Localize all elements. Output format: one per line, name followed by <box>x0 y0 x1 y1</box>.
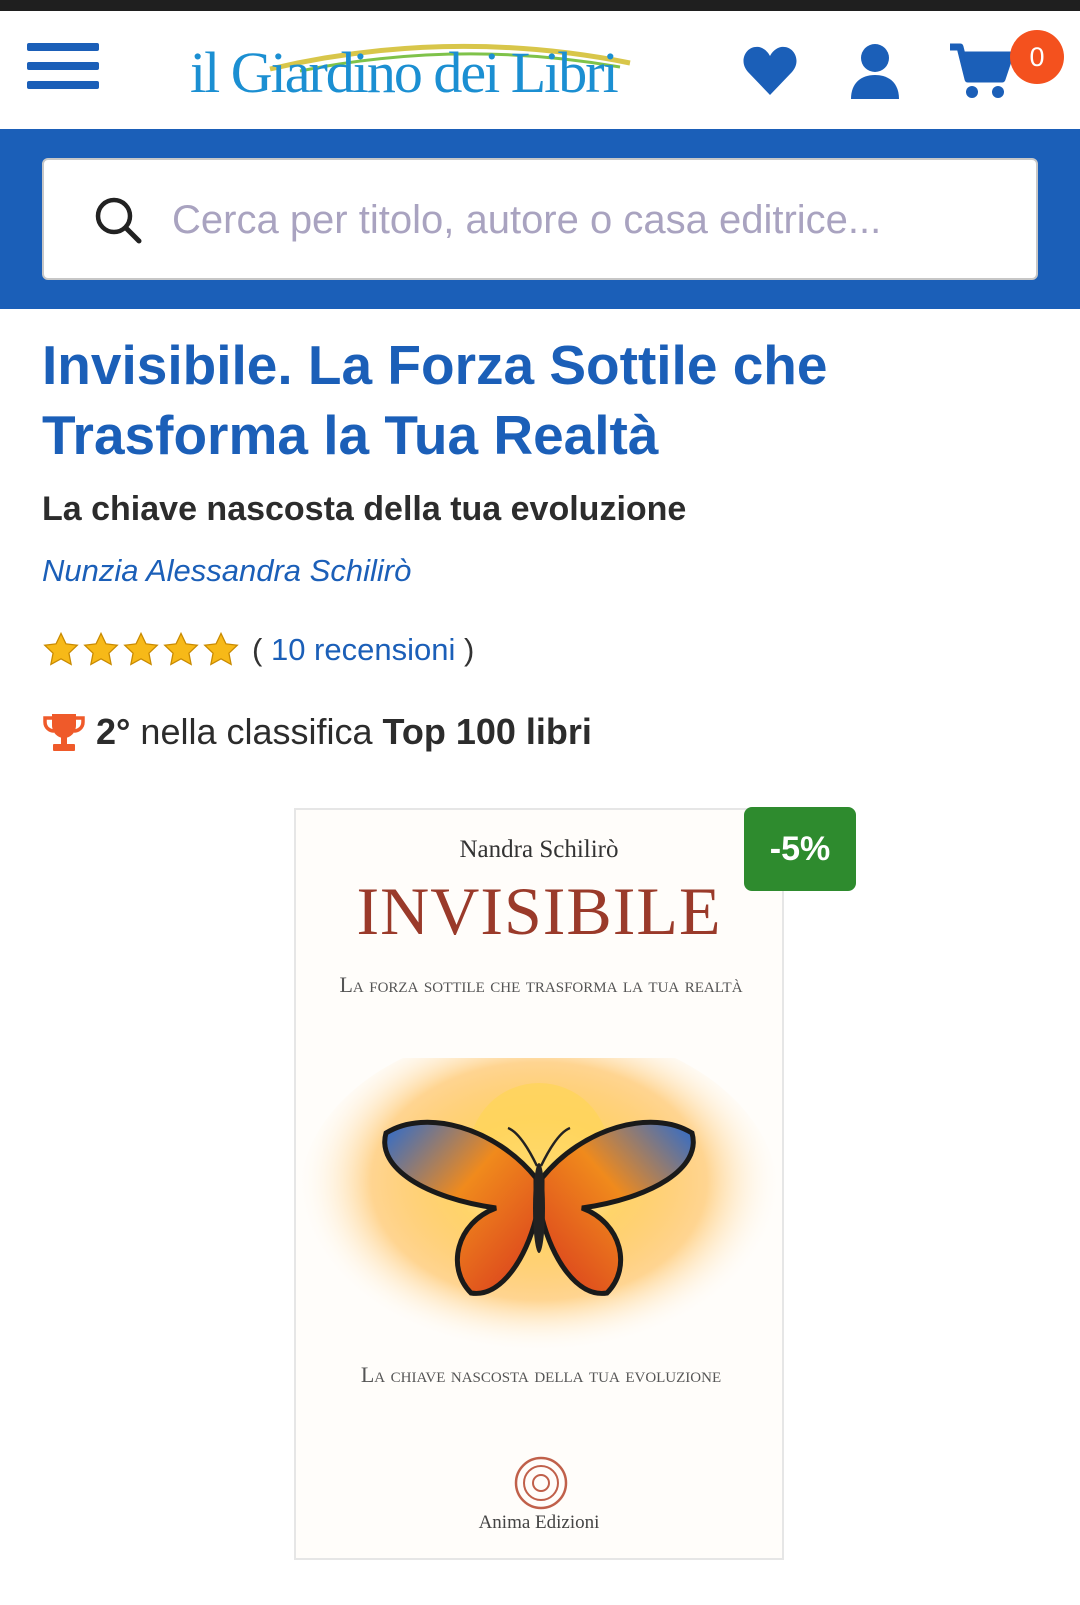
cover-author: Nandra Schilirò <box>459 836 619 863</box>
rank-text: nella classifica <box>140 711 373 752</box>
rank-position: 2° <box>96 711 131 752</box>
cover-publisher: Anima Edizioni <box>478 1512 600 1533</box>
cover-subtitle: La forza sottile che trasforma la tua re… <box>339 972 743 997</box>
reviews-count: ( 10 recensioni ) <box>252 632 474 668</box>
menu-icon[interactable] <box>27 39 99 93</box>
cart-count-badge: 0 <box>1010 30 1064 84</box>
star-icon <box>123 631 159 666</box>
cover-title: INVISIBILE <box>356 873 722 949</box>
search-box[interactable] <box>42 158 1038 280</box>
star-icon <box>83 631 119 666</box>
user-icon[interactable] <box>845 41 905 101</box>
ranking-row: 2° nella classifica Top 100 libri <box>42 708 592 756</box>
butterfly-sun-illustration <box>299 1058 779 1348</box>
product-title: Invisibile. La Forza Sottile che Trasfor… <box>42 334 828 466</box>
star-icon <box>43 631 79 666</box>
cart-icon[interactable] <box>948 41 1014 101</box>
star-icon <box>163 631 199 666</box>
search-icon[interactable] <box>92 194 144 246</box>
product-subtitle: La chiave nascosta della tua evoluzione <box>42 490 687 528</box>
search-input[interactable] <box>170 184 1014 256</box>
logo-text: il Giardino dei Libri <box>190 40 619 105</box>
trophy-icon <box>43 714 85 751</box>
reviews-open-paren: ( <box>252 632 263 667</box>
star-icon <box>203 631 239 666</box>
site-logo[interactable]: il Giardino dei Libri <box>190 33 650 113</box>
star-rating <box>42 631 240 669</box>
reviews-close-paren: ) <box>463 632 475 667</box>
cover-tagline: La chiave nascosta della tua evoluzione <box>360 1362 722 1387</box>
rating-row: ( 10 recensioni ) <box>42 628 474 672</box>
rank-list-link[interactable]: Top 100 libri <box>383 711 592 753</box>
publisher-seal-icon <box>514 1456 568 1510</box>
heart-icon[interactable] <box>740 41 800 101</box>
reviews-link[interactable]: 10 recensioni <box>271 632 455 667</box>
status-strip <box>0 0 1080 11</box>
author-link[interactable]: Nunzia Alessandra Schilirò <box>42 553 411 589</box>
site-header: il Giardino dei Libri 0 <box>0 11 1080 129</box>
discount-badge: -5% <box>744 807 856 891</box>
book-cover[interactable]: Nandra Schilirò INVISIBILE La forza sott… <box>294 808 784 1560</box>
